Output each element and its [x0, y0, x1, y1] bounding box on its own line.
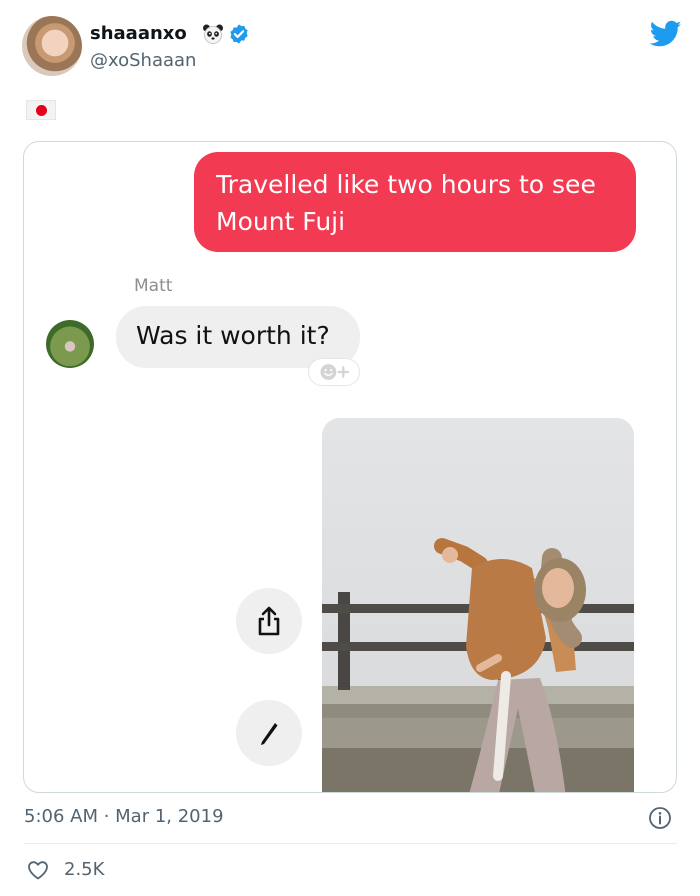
share-icon	[258, 606, 280, 636]
panda-face-icon	[203, 24, 223, 44]
sender-name: Matt	[134, 276, 173, 296]
japan-flag-icon	[26, 100, 56, 120]
twitter-bird-icon[interactable]	[650, 20, 682, 48]
verified-badge-icon	[230, 24, 248, 44]
heart-icon[interactable]	[26, 858, 50, 882]
pen-icon	[261, 723, 278, 745]
draw-button[interactable]	[236, 700, 302, 766]
share-button[interactable]	[236, 588, 302, 654]
add-reaction-icon[interactable]	[308, 358, 360, 386]
sent-message-bubble: Travelled like two hours to see Mount Fu…	[194, 152, 636, 252]
user-avatar[interactable]	[22, 16, 82, 76]
tweet-timestamp[interactable]: 5:06 AM · Mar 1, 2019	[24, 806, 224, 827]
info-icon[interactable]	[648, 806, 672, 830]
divider	[24, 843, 677, 844]
tweet-header: shaaanxo @xoShaaan	[22, 16, 682, 80]
user-handle[interactable]: @xoShaaan	[90, 50, 196, 71]
like-count[interactable]: 2.5K	[64, 859, 104, 880]
sender-avatar[interactable]	[46, 320, 94, 368]
display-name[interactable]: shaaanxo	[90, 23, 187, 44]
photo-scene	[322, 418, 634, 792]
media-card[interactable]: Travelled like two hours to see Mount Fu…	[23, 141, 677, 793]
shared-photo[interactable]	[322, 418, 634, 792]
